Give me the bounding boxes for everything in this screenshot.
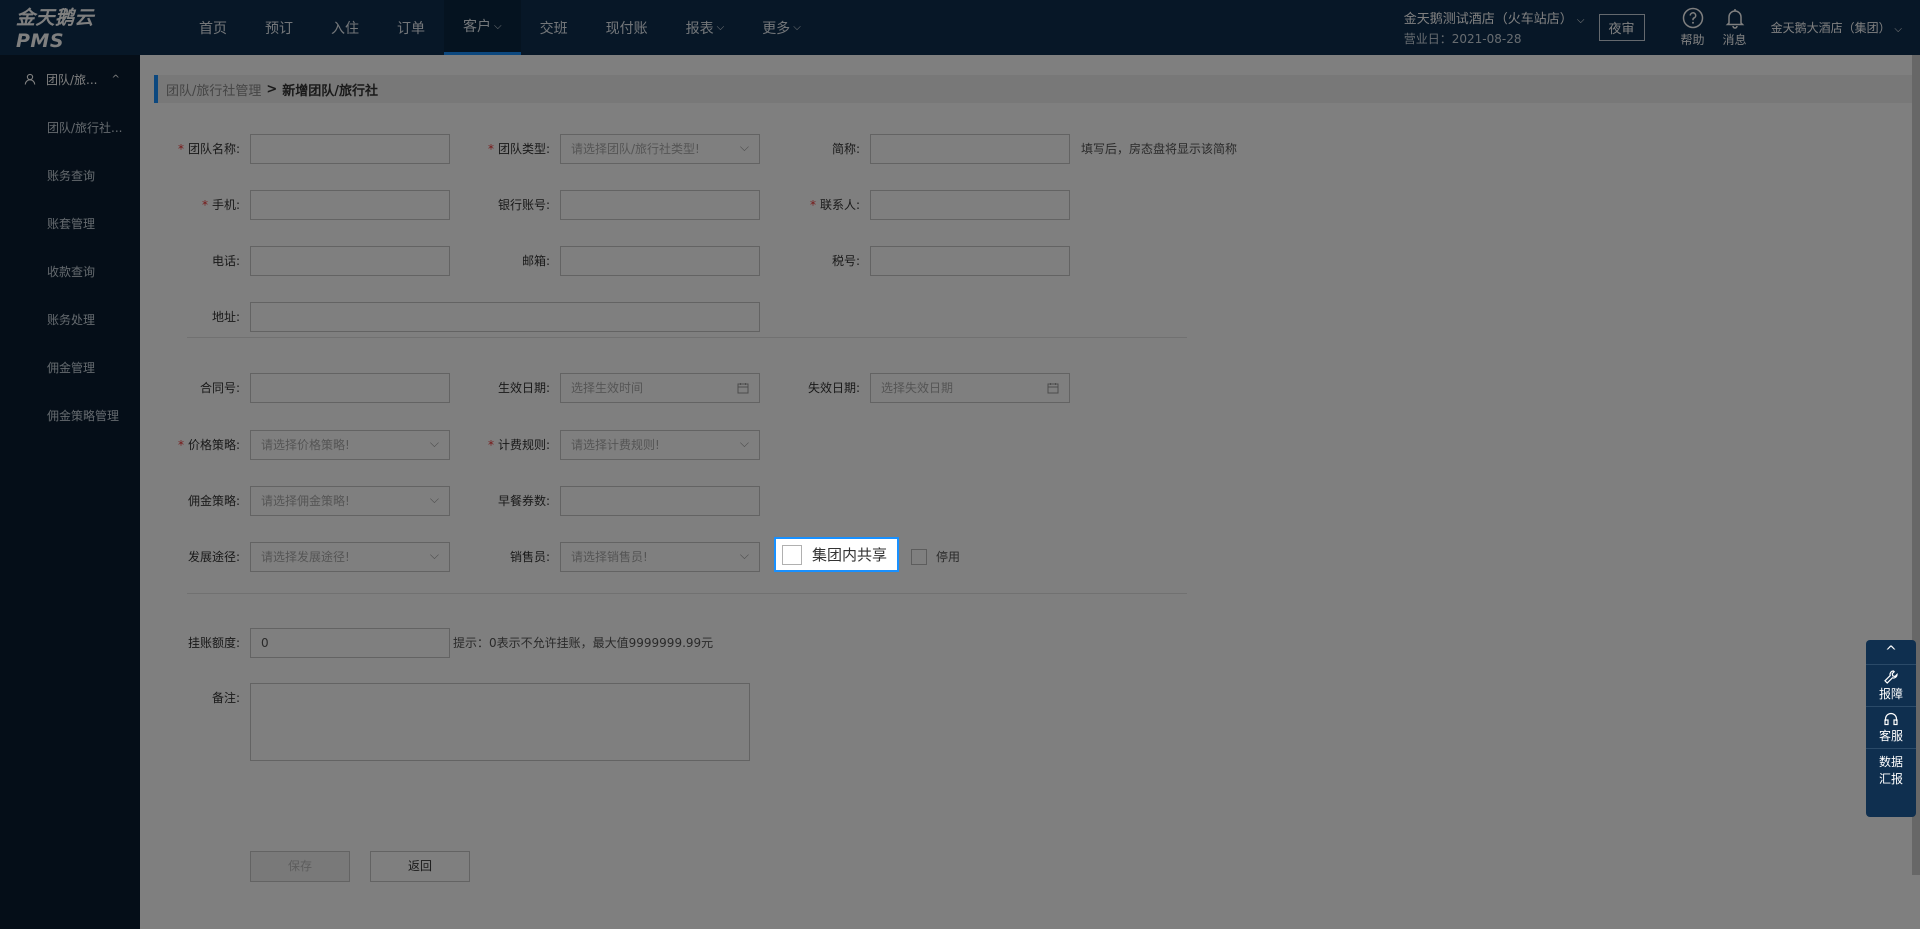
wrench-icon (1884, 670, 1898, 684)
data-report-button[interactable]: 数据 汇报 (1866, 749, 1916, 791)
headset-icon (1884, 712, 1898, 726)
checkbox-box[interactable] (782, 544, 802, 565)
floating-tool-panel: ^ 报障 客服 数据 汇报 (1866, 640, 1916, 817)
scroll-top-button[interactable]: ^ (1866, 640, 1916, 665)
report-issue-button[interactable]: 报障 (1866, 665, 1916, 707)
chevron-up-icon: ^ (1885, 644, 1897, 660)
share-in-group-checkbox[interactable]: 集团内共享 (774, 537, 899, 572)
share-in-group-label: 集团内共享 (812, 546, 888, 564)
customer-service-button[interactable]: 客服 (1866, 707, 1916, 749)
dim-overlay (0, 0, 1920, 929)
